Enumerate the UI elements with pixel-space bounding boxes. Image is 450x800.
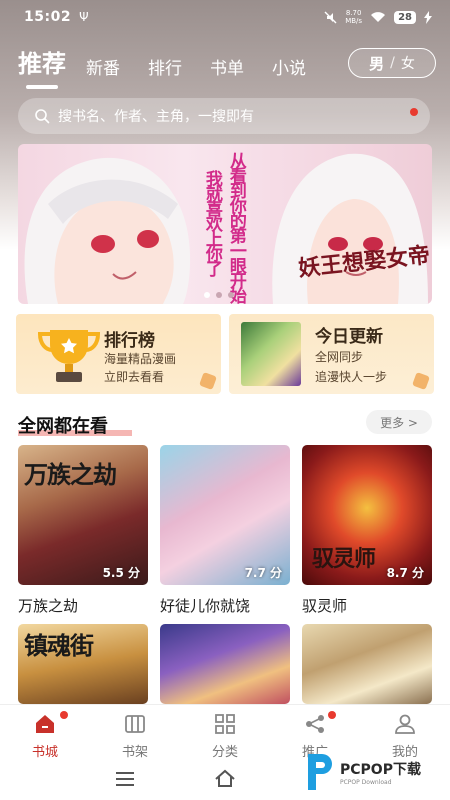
status-icons: 8.70 MB/s 28 <box>324 9 432 25</box>
decor-corner-icon <box>412 372 430 390</box>
nav-category[interactable]: 分类 <box>180 705 270 760</box>
comic-title: 驭灵师 <box>302 597 348 615</box>
banner-dot[interactable] <box>216 292 222 298</box>
comic-card[interactable] <box>302 624 432 704</box>
section-title: 全网都在看 <box>18 416 108 437</box>
comic-title: 好徒儿你就饶 <box>160 597 251 615</box>
comic-card[interactable]: 驭灵师 8.7 分 驭灵师 <box>302 445 432 616</box>
tab-recommend[interactable]: 推荐 <box>18 44 66 89</box>
net-speed-value: 8.70 <box>345 9 362 17</box>
comic-cover: 7.7 分 <box>160 445 290 585</box>
silent-icon <box>324 11 337 23</box>
charging-icon <box>424 10 432 24</box>
banner-tagline-line2: 我就喜欢上你了 <box>201 170 222 275</box>
comic-card[interactable] <box>160 624 290 704</box>
banner-girl-right-illustration <box>272 153 428 304</box>
tab-booklist[interactable]: 书单 <box>210 54 244 79</box>
comic-cover <box>160 624 290 704</box>
decor-corner-icon <box>199 372 217 390</box>
comic-score: 5.5 分 <box>102 566 140 580</box>
gender-female[interactable]: 女 <box>401 53 415 73</box>
comic-card[interactable]: 万族之劫 5.5 分 万族之劫 <box>18 445 148 616</box>
comic-cover: 镇魂街 <box>18 624 148 704</box>
banner-tagline-2: 我就喜欢上你了 <box>201 170 222 275</box>
comic-card[interactable]: 镇魂街 <box>18 624 148 704</box>
banner-tagline-line1: 从看到你的第一眼开始 <box>225 152 246 302</box>
bookshelf-icon <box>125 715 145 733</box>
tab-ranking[interactable]: 排行 <box>148 54 182 79</box>
top-tabs: 推荐 新番 排行 书单 小说 <box>18 44 334 89</box>
gender-separator: / <box>390 55 395 71</box>
update-line2: 追漫快人一步 <box>315 370 388 384</box>
nav-label: 分类 <box>211 745 238 760</box>
comic-title: 万族之劫 <box>18 597 79 615</box>
cover-title-art: 万族之劫 <box>24 460 117 489</box>
banner-tagline: 从看到你的第一眼开始 <box>225 152 246 302</box>
notification-dot <box>410 108 418 116</box>
banner-pagination <box>204 292 234 298</box>
banner-dot[interactable] <box>228 292 234 298</box>
nav-label: 书架 <box>121 745 148 760</box>
home-button-icon[interactable] <box>214 769 236 787</box>
search-placeholder: 搜书名、作者、主角，一搜即有 <box>58 109 254 125</box>
cover-title-art: 驭灵师 <box>312 546 376 572</box>
comic-cover: 万族之劫 5.5 分 <box>18 445 148 585</box>
net-speed-unit: MB/s <box>345 17 363 25</box>
wifi-icon <box>371 12 386 22</box>
ranking-card[interactable]: 排行榜 海量精品漫画 立即去看看 <box>16 314 221 394</box>
banner-girl-left-illustration <box>24 157 191 304</box>
ranking-line1: 海量精品漫画 <box>104 352 177 366</box>
tab-new[interactable]: 新番 <box>86 54 120 79</box>
watermark-sub: PCPOP Download <box>340 778 392 786</box>
nav-bookstore[interactable]: 书城 <box>0 705 90 760</box>
battery-indicator: 28 <box>394 10 416 24</box>
update-cover-thumbnail <box>241 322 301 386</box>
grid-icon <box>215 714 235 734</box>
gender-toggle[interactable]: 男 / 女 <box>348 48 436 78</box>
notification-dot <box>60 711 68 719</box>
notification-dot <box>328 711 336 719</box>
watermark-brand: PCPOP下载 <box>340 761 421 778</box>
comic-card[interactable]: 7.7 分 好徒儿你就饶 <box>160 445 290 616</box>
gender-male[interactable]: 男 <box>369 53 384 74</box>
comic-cover <box>302 624 432 704</box>
user-icon <box>395 714 415 734</box>
banner-carousel[interactable]: 从看到你的第一眼开始 我就喜欢上你了 妖王想娶女帝 <box>18 144 432 304</box>
update-title: 今日更新 <box>315 327 383 347</box>
more-button[interactable]: 更多 > <box>366 410 432 434</box>
today-update-card[interactable]: 今日更新 全网同步 追漫快人一步 <box>229 314 434 394</box>
comic-score: 8.7 分 <box>386 566 424 580</box>
update-line1: 全网同步 <box>315 350 364 364</box>
comic-cover: 驭灵师 8.7 分 <box>302 445 432 585</box>
comic-score: 7.7 分 <box>244 566 282 580</box>
ranking-title: 排行榜 <box>104 331 155 351</box>
menu-icon[interactable] <box>116 772 134 786</box>
nav-label: 书城 <box>31 745 58 760</box>
cover-title-art: 镇魂街 <box>24 631 94 660</box>
pcpop-logo-icon <box>308 754 332 790</box>
ranking-line2: 立即去看看 <box>104 370 165 384</box>
usb-icon: Ψ <box>79 10 89 24</box>
search-bar[interactable]: 搜书名、作者、主角，一搜即有 <box>18 98 430 134</box>
nav-bookshelf[interactable]: 书架 <box>90 705 180 760</box>
banner-dot-active[interactable] <box>204 292 210 298</box>
home-icon <box>36 715 54 733</box>
network-speed: 8.70 MB/s <box>345 9 362 25</box>
trophy-icon <box>37 330 101 382</box>
tab-novel[interactable]: 小说 <box>272 54 306 79</box>
watermark: PCPOP下载 PCPOP Download <box>304 752 421 792</box>
status-bar: 15:02 Ψ 8.70 MB/s 28 <box>0 0 450 34</box>
status-time: 15:02 <box>24 9 72 25</box>
share-icon <box>306 715 324 733</box>
search-icon <box>35 109 50 124</box>
